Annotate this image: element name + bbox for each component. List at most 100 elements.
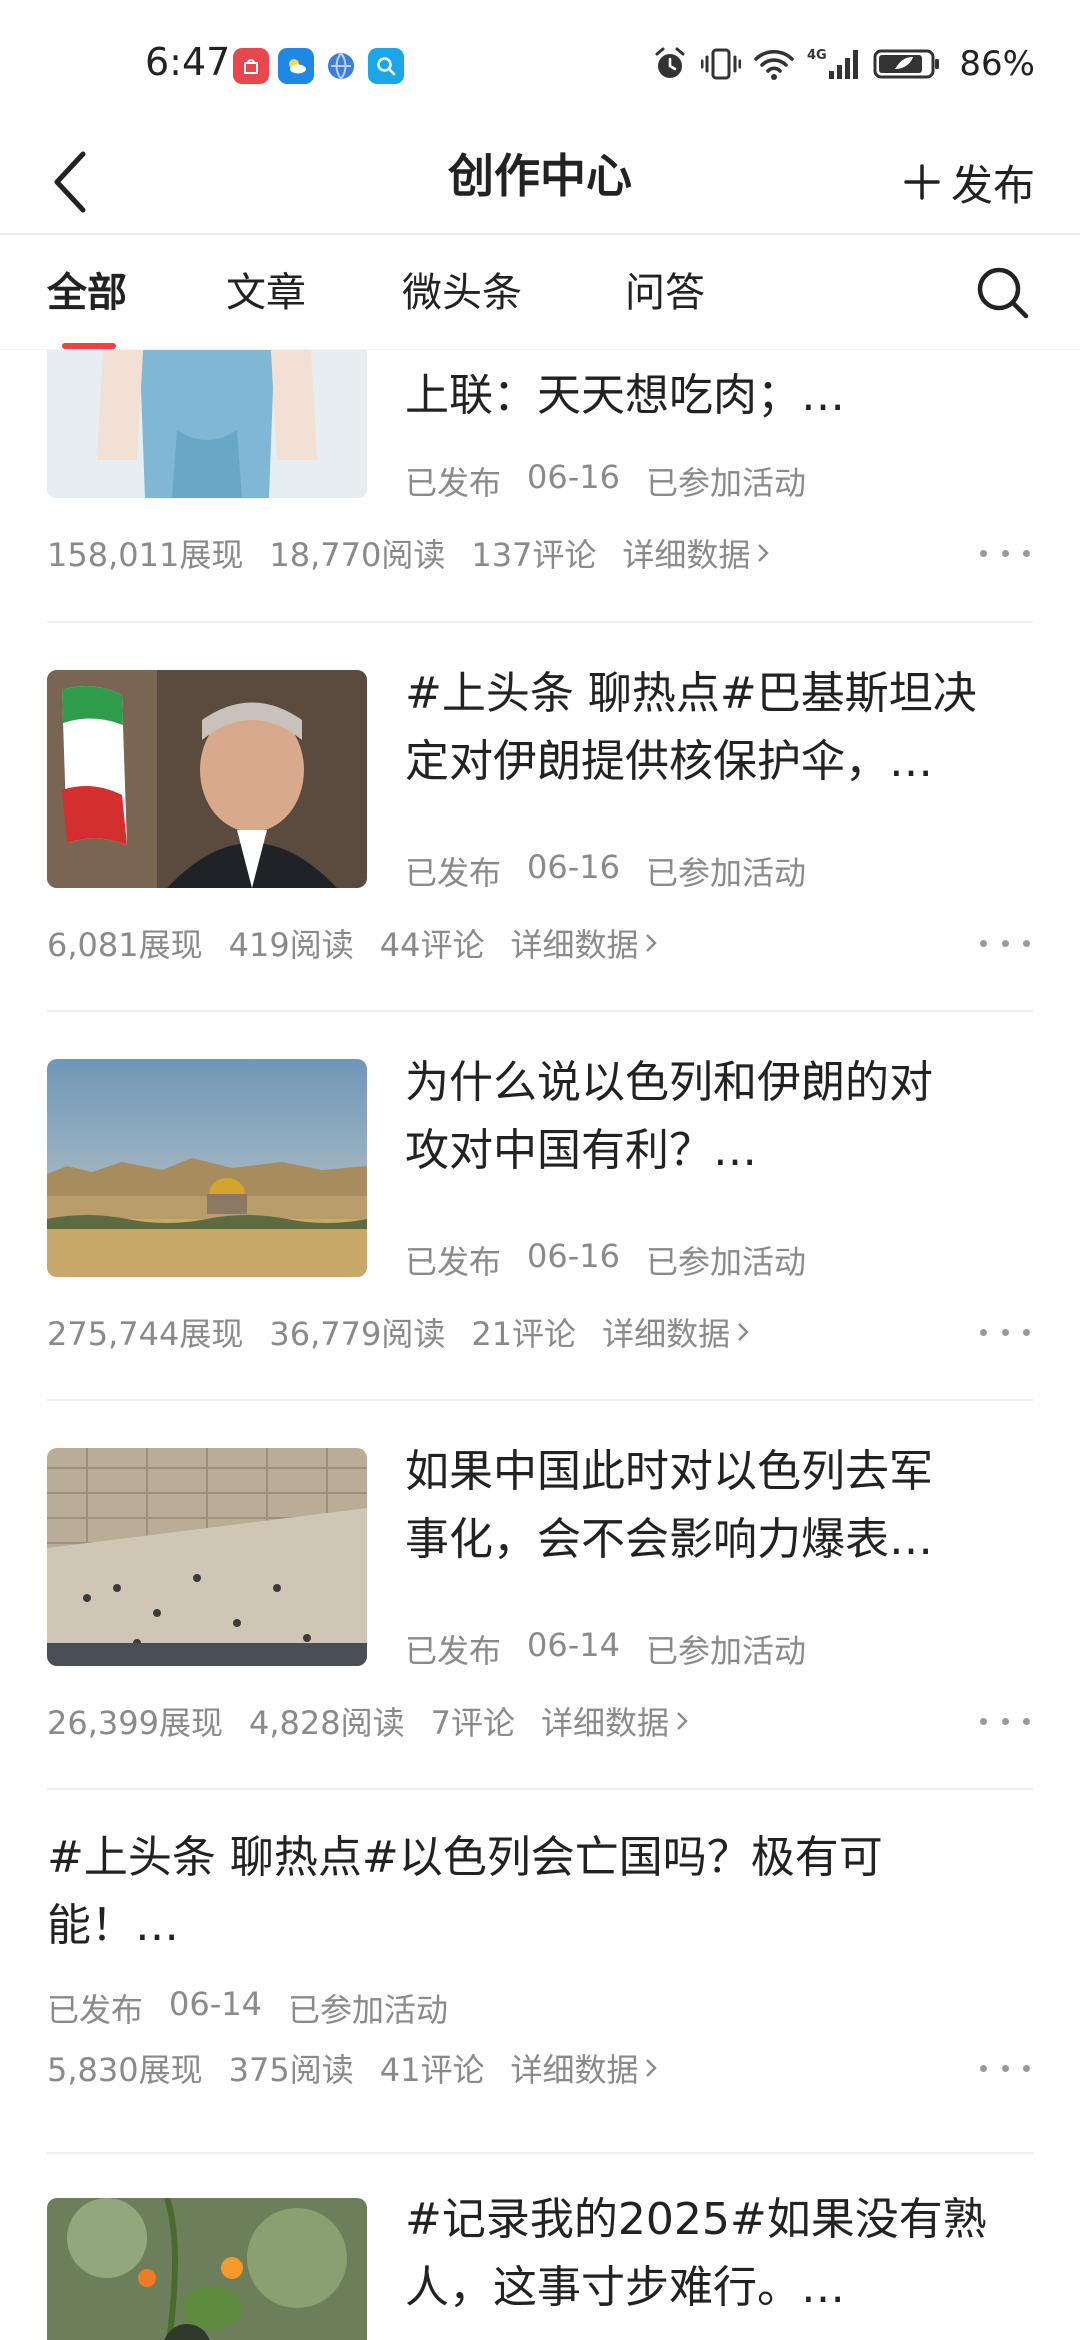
- comments-count: 137评论: [471, 536, 597, 574]
- chevron-right-icon: [758, 544, 770, 562]
- item-stats: 158,011展现 18,770阅读 137评论 详细数据: [47, 530, 770, 576]
- impressions-count: 158,011展现: [47, 536, 244, 574]
- chevron-right-icon: [646, 2059, 658, 2077]
- publish-status: 已发布: [47, 1991, 144, 2029]
- item-title: #记录我的2025#如果没有熟 人，这事寸步难行。…: [405, 2194, 987, 2313]
- browser-icon: [323, 48, 359, 84]
- weather-icon: [278, 48, 314, 84]
- chevron-right-icon: [738, 1323, 749, 1341]
- plus-icon: [904, 164, 940, 200]
- publish-date: 06-16: [527, 1237, 620, 1275]
- status-time: 6:47: [145, 40, 231, 84]
- activity-status: 已参加活动: [646, 464, 807, 502]
- network-type-label: 4G: [807, 48, 827, 63]
- thumbnail-man-with-flag: [47, 670, 367, 888]
- cellular-signal-icon: 4G: [807, 48, 859, 79]
- more-options-button[interactable]: [980, 2053, 1030, 2083]
- item-title: #上头条 聊热点#巴基斯坦决 定对伊朗提供核保护伞，…: [405, 668, 977, 787]
- detail-data-link[interactable]: 详细数据: [602, 1309, 750, 1355]
- item-meta: 已发布 06-14 已参加活动: [47, 1985, 448, 2031]
- status-bar: 6:47 4G 86%: [0, 0, 1080, 130]
- impressions-count: 6,081展现: [47, 926, 203, 964]
- tab-qa[interactable]: 问答: [625, 260, 705, 318]
- reads-count: 4,828阅读: [248, 1704, 405, 1742]
- publish-date: 06-16: [527, 458, 620, 496]
- item-meta: 已发布 06-14 已参加活动: [405, 1626, 806, 1672]
- content-item[interactable]: #上头条 聊热点#以色列会亡国吗？极有可 能！… 已发布 06-14 已参加活动…: [0, 1789, 1080, 2152]
- publish-date: 06-14: [527, 1626, 620, 1664]
- content-item[interactable]: 为什么说以色列和伊朗的对 攻对中国有利？… 已发布 06-16 已参加活动 27…: [0, 1011, 1080, 1399]
- tab-articles[interactable]: 文章: [226, 260, 306, 318]
- item-title: 如果中国此时对以色列去军 事化，会不会影响力爆表…: [405, 1446, 933, 1565]
- item-meta: 已发布 06-16 已参加活动: [405, 458, 806, 504]
- tab-all[interactable]: 全部: [47, 260, 127, 318]
- content-item[interactable]: #上头条 聊热点#巴基斯坦决 定对伊朗提供核保护伞，… 已发布 06-16 已参…: [0, 622, 1080, 1010]
- tab-micro-posts[interactable]: 微头条: [402, 260, 522, 318]
- reads-count: 36,779阅读: [269, 1315, 446, 1353]
- publish-status: 已发布: [405, 1632, 502, 1670]
- item-meta: 已发布 06-16 已参加活动: [405, 848, 806, 894]
- comments-count: 44评论: [379, 926, 485, 964]
- vibrate-icon: [701, 48, 742, 80]
- battery-icon: [873, 49, 940, 79]
- chevron-right-icon: [646, 934, 658, 952]
- activity-status: 已参加活动: [646, 1243, 807, 1281]
- publish-date: 06-16: [527, 848, 620, 886]
- impressions-count: 275,744展现: [47, 1315, 244, 1353]
- publish-label: 发布: [950, 160, 1035, 210]
- content-item[interactable]: 如果中国此时对以色列去军 事化，会不会影响力爆表… 已发布 06-14 已参加活…: [0, 1400, 1080, 1788]
- reads-count: 18,770阅读: [269, 536, 446, 574]
- publish-date: 06-14: [169, 1985, 262, 2023]
- impressions-count: 5,830展现: [47, 2051, 203, 2089]
- item-meta: 已发布 06-16 已参加活动: [405, 1237, 806, 1283]
- search-button[interactable]: [968, 258, 1038, 328]
- item-stats: 275,744展现 36,779阅读 21评论 详细数据: [47, 1309, 750, 1355]
- chevron-right-icon: [677, 1712, 688, 1730]
- content-tabs: 全部 文章 微头条 问答: [0, 235, 1080, 350]
- detail-data-link[interactable]: 详细数据: [510, 920, 658, 966]
- content-item[interactable]: 上联：天天想吃肉；… 已发布 06-16 已参加活动 158,011展现 18,…: [0, 350, 1080, 620]
- huawei-appgallery-icon: [233, 48, 269, 84]
- publish-status: 已发布: [405, 854, 502, 892]
- activity-status: 已参加活动: [646, 1632, 807, 1670]
- detail-data-link[interactable]: 详细数据: [510, 2045, 658, 2091]
- thumbnail-woman-blue-dress: [47, 350, 367, 498]
- item-stats: 6,081展现 419阅读 44评论 详细数据: [47, 920, 658, 966]
- content-feed: 上联：天天想吃肉；… 已发布 06-16 已参加活动 158,011展现 18,…: [0, 350, 1080, 2340]
- item-stats: 26,399展现 4,828阅读 7评论 详细数据: [47, 1698, 689, 1744]
- item-title: 为什么说以色列和伊朗的对 攻对中国有利？…: [405, 1057, 933, 1176]
- more-options-button[interactable]: [980, 1706, 1030, 1736]
- activity-status: 已参加活动: [646, 854, 807, 892]
- item-title: #上头条 聊热点#以色列会亡国吗？极有可 能！…: [47, 1832, 883, 1951]
- battery-percent: 86%: [959, 44, 1035, 84]
- thumbnail-jerusalem-skyline: [47, 1059, 367, 1277]
- item-stats: 5,830展现 375阅读 41评论 详细数据: [47, 2045, 658, 2091]
- chevron-left-icon: [54, 151, 86, 213]
- alarm-icon: [655, 47, 685, 78]
- app-header: 创作中心 发布: [0, 130, 1080, 235]
- detail-data-link[interactable]: 详细数据: [622, 530, 770, 576]
- reads-count: 375阅读: [228, 2051, 354, 2089]
- search-app-icon: [368, 48, 404, 84]
- search-icon: [977, 267, 1029, 319]
- back-button[interactable]: [45, 142, 105, 222]
- thumbnail-western-wall: [47, 1448, 367, 1666]
- status-indicators: 4G 86%: [651, 44, 1035, 84]
- thumbnail-garden-plant: [47, 2198, 367, 2340]
- comments-count: 21评论: [471, 1315, 577, 1353]
- publish-status: 已发布: [405, 464, 502, 502]
- content-item[interactable]: #记录我的2025#如果没有熟 人，这事寸步难行。…: [0, 2153, 1080, 2340]
- comments-count: 41评论: [379, 2051, 485, 2089]
- activity-status: 已参加活动: [288, 1991, 449, 2029]
- publish-button[interactable]: 发布: [903, 142, 1035, 222]
- status-app-icons: [233, 48, 404, 84]
- more-options-button[interactable]: [980, 928, 1030, 958]
- wifi-icon: [754, 49, 795, 80]
- detail-data-link[interactable]: 详细数据: [541, 1698, 689, 1744]
- more-options-button[interactable]: [980, 538, 1030, 568]
- more-options-button[interactable]: [980, 1317, 1030, 1347]
- item-title: 上联：天天想吃肉；…: [405, 370, 845, 421]
- comments-count: 7评论: [430, 1704, 515, 1742]
- impressions-count: 26,399展现: [47, 1704, 223, 1742]
- publish-status: 已发布: [405, 1243, 502, 1281]
